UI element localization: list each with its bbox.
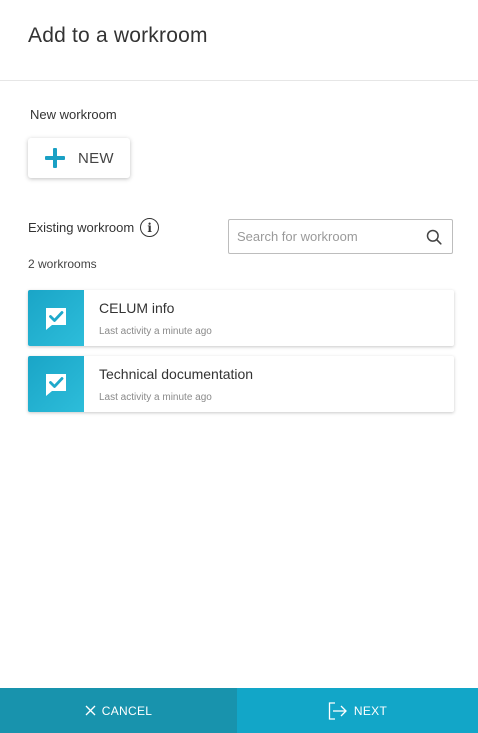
workroom-search-input[interactable] — [237, 220, 417, 253]
cancel-button[interactable]: CANCEL — [0, 688, 237, 733]
workroom-count: 2 workrooms — [28, 257, 97, 271]
next-button[interactable]: NEXT — [237, 688, 478, 733]
existing-workroom-section-label: Existing workroom i — [28, 218, 160, 237]
workroom-last-activity: Last activity a minute ago — [99, 392, 212, 403]
workroom-name: Technical documentation — [99, 366, 254, 382]
plus-icon — [45, 148, 65, 168]
workroom-list-item[interactable]: CELUM info Last activity a minute ago — [28, 290, 454, 346]
new-workroom-button[interactable]: NEW — [28, 138, 130, 178]
workroom-list-item[interactable]: Technical documentation Last activity a … — [28, 356, 454, 412]
workroom-avatar — [28, 356, 84, 412]
new-button-label: NEW — [78, 149, 114, 167]
workroom-check-icon — [46, 374, 66, 396]
workroom-check-icon — [46, 308, 66, 330]
workroom-last-activity: Last activity a minute ago — [99, 326, 212, 337]
enter-arrow-icon — [328, 701, 347, 720]
close-icon — [85, 705, 96, 716]
new-workroom-label: New workroom — [30, 107, 117, 122]
cancel-button-label: CANCEL — [101, 703, 153, 718]
search-icon[interactable] — [426, 229, 442, 245]
dialog-header: Add to a workroom — [0, 0, 478, 81]
workroom-name: CELUM info — [99, 300, 175, 316]
next-button-label: NEXT — [353, 703, 388, 718]
info-icon[interactable]: i — [140, 218, 160, 237]
workroom-search-box[interactable] — [228, 219, 453, 254]
dialog-footer: CANCEL NEXT — [0, 688, 478, 733]
dialog-title: Add to a workroom — [28, 24, 208, 47]
workroom-avatar — [28, 290, 84, 346]
existing-workroom-label: Existing workroom — [28, 220, 135, 235]
